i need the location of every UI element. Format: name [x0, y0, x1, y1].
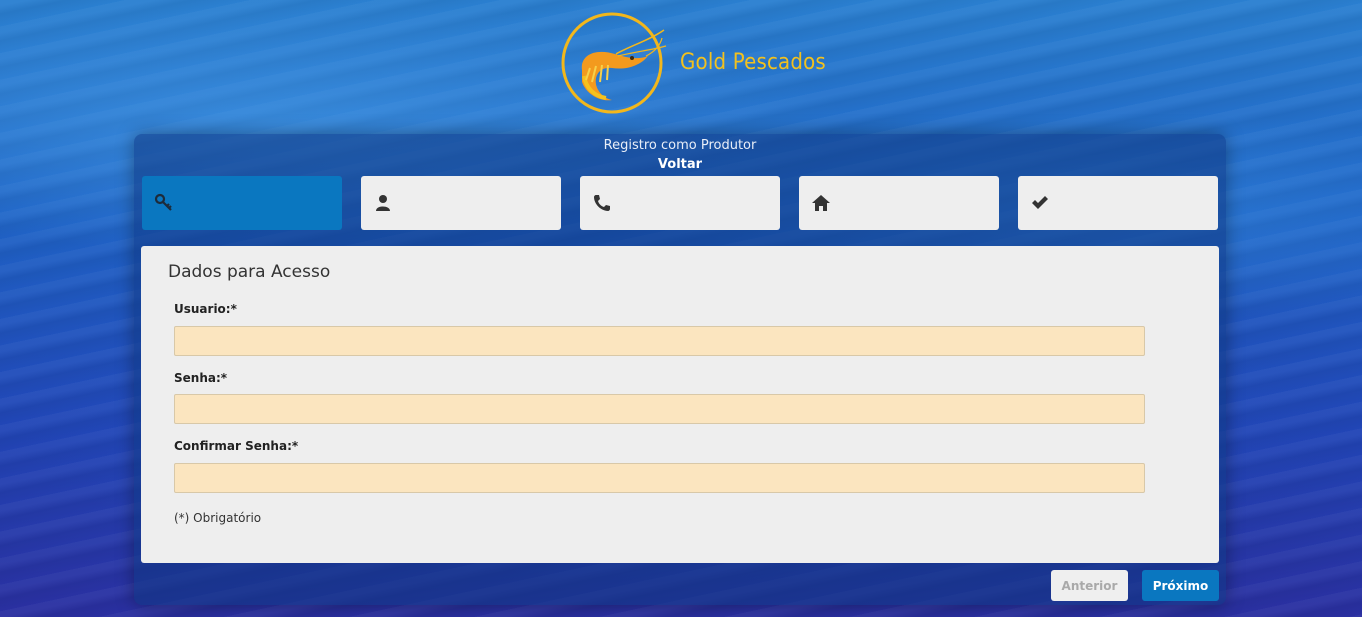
senha-label: Senha:* — [174, 371, 228, 385]
panel-title: Registro como Produtor — [603, 138, 757, 153]
required-note: (*) Obrigatório — [174, 511, 262, 525]
wizard-steps — [142, 176, 1218, 230]
step-confirm[interactable] — [1018, 176, 1218, 230]
senha-input[interactable] — [174, 394, 1145, 424]
shrimp-logo-icon — [561, 12, 667, 114]
access-form-card: Dados para Acesso Usuario:* Senha:* Conf… — [141, 246, 1219, 563]
user-icon — [376, 195, 390, 211]
form-title: Dados para Acesso — [168, 262, 331, 282]
registration-panel: Registro como Produtor Voltar Dados para… — [134, 134, 1226, 605]
phone-icon — [594, 195, 610, 211]
confirmar-senha-label: Confirmar Senha:* — [174, 439, 299, 453]
home-icon — [812, 195, 830, 211]
brand-name: Gold Pescados — [680, 50, 826, 75]
back-link[interactable]: Voltar — [134, 157, 1226, 172]
confirmar-senha-input[interactable] — [174, 463, 1145, 493]
step-address[interactable] — [799, 176, 999, 230]
check-icon — [1032, 196, 1048, 209]
step-access[interactable] — [142, 176, 342, 230]
key-icon — [154, 193, 172, 211]
usuario-label: Usuario:* — [174, 302, 237, 316]
step-contact[interactable] — [580, 176, 780, 230]
next-button[interactable]: Próximo — [1142, 570, 1219, 601]
previous-button[interactable]: Anterior — [1051, 570, 1128, 601]
usuario-input[interactable] — [174, 326, 1145, 356]
brand-logo: Gold Pescados — [560, 10, 830, 120]
step-personal[interactable] — [361, 176, 561, 230]
